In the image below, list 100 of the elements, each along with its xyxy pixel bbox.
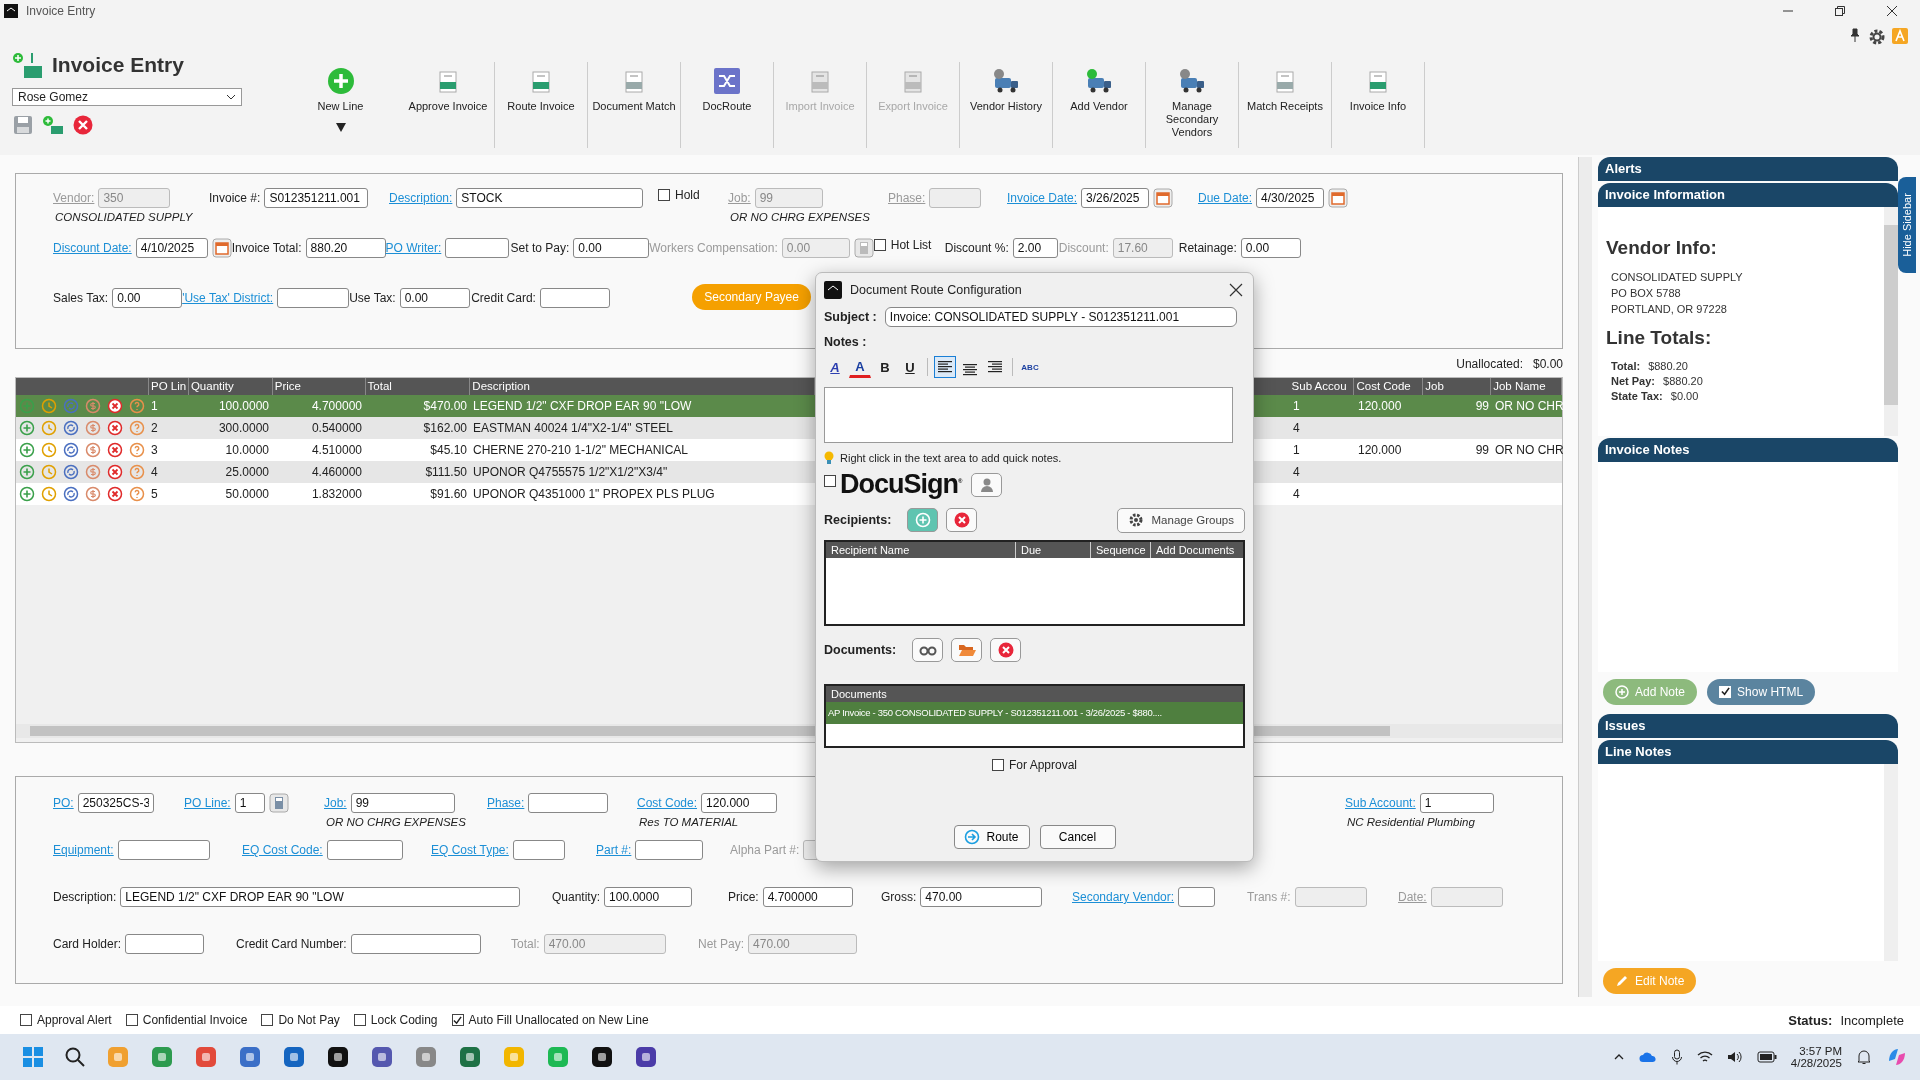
input-field[interactable] xyxy=(277,288,350,308)
section-header[interactable]: Invoice Notes xyxy=(1598,438,1898,462)
input-field[interactable]: STOCK xyxy=(456,188,644,208)
cancel-icon[interactable] xyxy=(72,114,94,136)
format-button[interactable] xyxy=(934,356,956,378)
help-icon[interactable] xyxy=(129,420,145,436)
toolbar-button[interactable]: DocRoute xyxy=(681,62,774,148)
calendar-icon[interactable] xyxy=(1328,188,1349,208)
pin-icon[interactable] xyxy=(1848,28,1862,42)
checkbox[interactable] xyxy=(451,1014,464,1026)
settings-icon[interactable] xyxy=(1868,28,1886,46)
toolbar-button[interactable]: Document Match xyxy=(588,62,681,148)
plus-circle-icon[interactable] xyxy=(19,486,35,502)
cancel-button[interactable]: Cancel xyxy=(1039,825,1116,849)
sync-icon[interactable] xyxy=(63,486,79,502)
windows-start-icon[interactable] xyxy=(22,1046,44,1068)
dollar-circle-icon[interactable] xyxy=(85,442,101,458)
calendar-icon[interactable] xyxy=(211,238,232,258)
input-field[interactable]: 3/26/2025 xyxy=(1081,188,1150,208)
microphone-icon[interactable] xyxy=(1670,1049,1683,1065)
clock-icon[interactable] xyxy=(41,464,57,480)
toolbar-button[interactable]: Route Invoice xyxy=(495,62,588,148)
field-link[interactable]: Part #: xyxy=(596,843,632,857)
sync-icon[interactable] xyxy=(63,442,79,458)
plus-circle-icon[interactable] xyxy=(19,420,35,436)
toolbar-button[interactable]: New Line xyxy=(302,62,379,148)
input-field[interactable] xyxy=(125,934,205,954)
dollar-circle-icon[interactable] xyxy=(85,420,101,436)
clock-icon[interactable] xyxy=(41,442,57,458)
plus-circle-icon[interactable] xyxy=(19,442,35,458)
format-button[interactable]: B xyxy=(874,356,896,378)
close-icon[interactable] xyxy=(1229,283,1243,297)
save-icon[interactable] xyxy=(12,114,34,136)
delete-icon[interactable] xyxy=(107,398,123,414)
vertical-scrollbar[interactable] xyxy=(1578,157,1592,997)
close-icon[interactable] xyxy=(1886,5,1898,17)
column-header[interactable]: Add Documents xyxy=(1151,542,1243,558)
letter-badge-icon[interactable] xyxy=(1892,28,1908,44)
notes-field[interactable] xyxy=(824,387,1233,443)
input-field[interactable] xyxy=(350,934,481,954)
checkbox[interactable] xyxy=(991,759,1004,771)
toolbar-button[interactable]: Vendor History xyxy=(960,62,1053,148)
show-html-toggle[interactable]: Show HTML xyxy=(1707,678,1816,705)
remove-recipient-button[interactable] xyxy=(946,508,978,532)
remove-document-button[interactable] xyxy=(990,638,1022,662)
toolbar-button[interactable]: Manage Secondary Vendors xyxy=(1146,62,1239,148)
hide-sidebar-tab[interactable]: Hide Sidebar xyxy=(1898,177,1916,273)
column-header[interactable]: Due xyxy=(1016,542,1091,558)
document-row[interactable]: AP Invoice - 350 CONSOLIDATED SUPPLY - S012351211.001 - 3/26/2025 - $880.... xyxy=(826,702,1243,724)
clock-icon[interactable] xyxy=(41,486,57,502)
battery-icon[interactable] xyxy=(1756,1051,1777,1063)
input-field[interactable] xyxy=(117,840,210,860)
checkbox[interactable] xyxy=(125,1014,138,1026)
field-link[interactable]: Sub Account: xyxy=(1345,796,1416,810)
format-button[interactable]: A xyxy=(849,356,871,378)
input-field[interactable]: 1 xyxy=(1419,793,1494,813)
dollar-circle-icon[interactable] xyxy=(85,486,101,502)
input-field[interactable] xyxy=(1178,887,1216,907)
input-field[interactable]: 0.00 xyxy=(1240,238,1301,258)
toolbar-button[interactable]: Add Vendor xyxy=(1053,62,1146,148)
input-field[interactable] xyxy=(528,793,609,813)
input-field[interactable]: 100.0000 xyxy=(604,887,693,907)
open-folder-button[interactable] xyxy=(951,638,983,662)
manage-groups-button[interactable]: Manage Groups xyxy=(1116,507,1245,533)
input-field[interactable]: 4/30/2025 xyxy=(1256,188,1325,208)
plus-circle-icon[interactable] xyxy=(19,464,35,480)
input-field[interactable]: 4/10/2025 xyxy=(135,238,208,258)
app-icon[interactable] xyxy=(634,1045,658,1069)
checkbox[interactable] xyxy=(824,475,836,487)
checkbox[interactable] xyxy=(20,1014,32,1026)
checkbox[interactable] xyxy=(261,1014,274,1026)
clock-icon[interactable] xyxy=(41,398,57,414)
view-document-button[interactable] xyxy=(912,638,944,662)
toolbar-button[interactable]: Invoice Info xyxy=(1332,62,1425,148)
toolbar-button[interactable]: Match Receipts xyxy=(1239,62,1332,148)
dollar-circle-icon[interactable] xyxy=(85,464,101,480)
app-icon[interactable] xyxy=(590,1045,614,1069)
help-icon[interactable] xyxy=(129,486,145,502)
section-header[interactable]: Invoice Information xyxy=(1598,183,1898,207)
wifi-icon[interactable] xyxy=(1696,1050,1713,1064)
vertical-scrollbar[interactable] xyxy=(1884,207,1898,436)
toolbar-button[interactable]: Approve Invoice xyxy=(402,62,495,148)
calculator-icon[interactable] xyxy=(268,793,289,813)
dropdown-icon[interactable] xyxy=(335,123,346,132)
route-button[interactable]: Route xyxy=(953,825,1030,849)
input-field[interactable] xyxy=(326,840,403,860)
clock-time[interactable]: 3:57 PM xyxy=(1799,1045,1842,1057)
clock-icon[interactable] xyxy=(41,420,57,436)
input-field[interactable]: S012351211.001 xyxy=(264,188,369,208)
format-button[interactable]: U xyxy=(899,356,921,378)
input-field[interactable]: 99 xyxy=(350,793,455,813)
delete-icon[interactable] xyxy=(107,420,123,436)
user-button[interactable] xyxy=(971,472,1003,497)
format-button[interactable]: ABC xyxy=(1019,356,1041,378)
checkbox[interactable] xyxy=(658,189,670,201)
alerts-header[interactable]: Alerts xyxy=(1598,157,1898,181)
delete-icon[interactable] xyxy=(107,464,123,480)
delete-icon[interactable] xyxy=(107,442,123,458)
input-field[interactable]: 120.000 xyxy=(701,793,778,813)
user-dropdown[interactable]: Rose Gomez xyxy=(12,88,242,106)
